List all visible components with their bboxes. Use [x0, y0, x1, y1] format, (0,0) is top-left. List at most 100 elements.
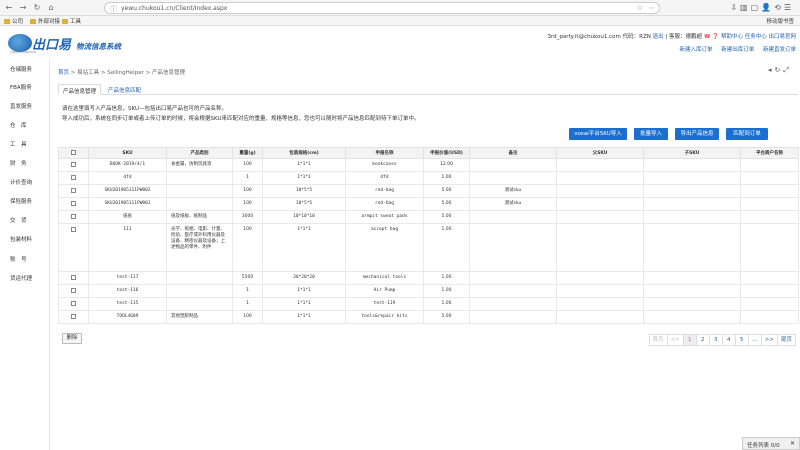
row-checkbox[interactable] — [71, 188, 76, 193]
match-to-order-button[interactable]: 匹配到订单 — [726, 128, 768, 140]
voxai-sku-import-button[interactable]: voxai平台SKU导入 — [569, 128, 627, 140]
new-outbound-order-link[interactable]: 新建出库订单 — [721, 47, 754, 53]
cell-category — [166, 171, 233, 185]
reload-icon[interactable]: ↻ — [32, 3, 42, 13]
cell-sku: SKU201905111PW001 — [88, 197, 167, 211]
table-row[interactable]: TOOL4609 其他塑胶制品 100 1*1*1 tools&repair kits 5… — [58, 310, 799, 324]
logout-link[interactable]: 退出 — [653, 34, 664, 40]
row-select-cell[interactable] — [58, 210, 89, 224]
col-platform-merchant: 平台商户名称 — [740, 147, 799, 159]
last-page-button[interactable]: 尾页 — [776, 334, 796, 346]
url-text[interactable]: yewu.chukou1.cn/Client/Index.aspx — [121, 5, 227, 12]
forward-icon[interactable]: → — [18, 3, 28, 13]
tab-product-management[interactable]: 产品信息管理 — [58, 84, 102, 95]
sidebar-item-pricing[interactable]: 计价查询 — [10, 178, 32, 186]
row-checkbox[interactable] — [71, 275, 76, 280]
table-row[interactable]: BOOK-2019/4/1 食金属，仿制玩具等 100 1*1*1 bookcases 1… — [58, 158, 799, 172]
sidebar-item-delivery[interactable]: 交 货 — [10, 216, 27, 224]
cell-child-sku — [643, 184, 741, 198]
row-select-cell[interactable] — [58, 184, 89, 198]
close-icon[interactable]: ✕ — [790, 440, 795, 447]
chat-icon[interactable]: ☎ — [704, 34, 711, 40]
page-menu-icon[interactable]: ⋯ — [648, 4, 655, 12]
cell-weight: 100 — [232, 310, 263, 324]
export-product-button[interactable]: 导出产品信息 — [675, 128, 719, 140]
address-bar[interactable]: ⓘ yewu.chukou1.cn/Client/Index.aspx ⋯ ☆ — [104, 2, 660, 14]
logo-brand: 出口易 — [32, 38, 72, 53]
table-row[interactable]: test-117 5500 30*20*20 mechanical tools 1.00 — [58, 271, 799, 285]
row-checkbox[interactable] — [71, 201, 76, 206]
sidebar: 仓储服务 FBA服务 直发服务 仓 库 工 具 财 务 计价查询 保险服务 交 … — [0, 60, 50, 450]
row-checkbox[interactable] — [71, 227, 76, 232]
delete-button[interactable]: 删除 — [62, 333, 82, 344]
sidebar-item-packaging[interactable]: 包装材料 — [10, 235, 32, 243]
cell-child-sku — [643, 271, 741, 285]
tab-product-matching[interactable]: 产品信息匹配 — [104, 84, 145, 95]
row-select-cell[interactable] — [58, 284, 89, 298]
sidebar-item-direct[interactable]: 直发服务 — [10, 102, 32, 110]
row-select-cell[interactable] — [58, 310, 89, 324]
new-direct-order-link[interactable]: 新建直发订单 — [763, 47, 796, 53]
table-row[interactable]: SKU201905111PW001 100 10*5*5 red-bag 5.00 测试s… — [58, 197, 799, 211]
row-checkbox[interactable] — [71, 301, 76, 306]
home-icon[interactable]: ⌂ — [46, 3, 56, 13]
new-inbound-order-link[interactable]: 新建入库订单 — [679, 47, 712, 53]
cell-dimensions: 10*5*5 — [262, 197, 346, 211]
select-all-checkbox[interactable] — [71, 149, 76, 155]
page-5-button[interactable]: 5 — [734, 334, 749, 346]
row-select-cell[interactable] — [58, 171, 89, 185]
next-page-button[interactable]: >> — [760, 334, 778, 346]
page-2-button[interactable]: 2 — [695, 334, 710, 346]
page-3-button[interactable]: 3 — [708, 334, 723, 346]
row-select-cell[interactable] — [58, 271, 89, 285]
row-checkbox[interactable] — [71, 162, 76, 167]
batch-import-button[interactable]: 批量导入 — [634, 128, 668, 140]
row-select-cell[interactable] — [58, 197, 89, 211]
row-select-cell[interactable] — [58, 223, 89, 272]
select-all-header[interactable] — [58, 147, 89, 159]
sidebar-item-finance[interactable]: 财 务 — [10, 159, 27, 167]
sidebar-item-account[interactable]: 账 号 — [10, 255, 27, 263]
table-row[interactable]: test-116 1 1*1*1 Air Pump 1.00 — [58, 284, 799, 298]
row-checkbox[interactable] — [71, 288, 76, 293]
logo[interactable]: 出口易 物流信息系统 CHUKOU1 LOGISTICS — [8, 34, 138, 54]
browser-extension-icons[interactable]: ⇩▥▢👤⟲☰ — [730, 3, 794, 12]
row-checkbox[interactable] — [71, 175, 76, 180]
sidebar-item-fba[interactable]: FBA服务 — [10, 83, 32, 91]
row-select-cell[interactable] — [58, 297, 89, 311]
sidebar-item-warehouse[interactable]: 仓 库 — [10, 121, 27, 129]
mobile-bookmarks[interactable]: 移动版书签 — [766, 17, 794, 25]
table-row[interactable]: SKU201905111PW002 100 10*5*5 red-bag 5.00 测试s… — [58, 184, 799, 198]
row-checkbox[interactable] — [71, 314, 76, 319]
table-row[interactable]: 111 光学、照相、电影、计量、检验、医疗或外科用仪器及设备、精密仪器及设备；上述… — [58, 223, 799, 272]
bookmark-tools[interactable]: 工具 — [62, 17, 81, 25]
sidebar-item-insurance[interactable]: 保险服务 — [10, 197, 32, 205]
prev-page-button[interactable]: << — [666, 334, 684, 346]
bookmark-company[interactable]: 公司 — [4, 17, 23, 25]
first-page-button[interactable]: 首页 — [648, 334, 668, 346]
cell-parent-sku — [556, 184, 644, 198]
cell-weight: 5500 — [232, 271, 263, 285]
ck1-home-link[interactable]: 出口易官网 — [768, 34, 796, 40]
star-icon[interactable]: ☆ — [637, 4, 643, 12]
help-center-link[interactable]: 帮助中心 — [721, 34, 743, 40]
task-list-bar[interactable]: 任务列表 0/0 ✕ — [742, 437, 800, 450]
back-icon[interactable]: ← — [4, 3, 14, 13]
breadcrumb: 首页 > 易站工具 > SellingHelper > 产品信息管理 — [58, 68, 185, 76]
bookmark-external[interactable]: 外部对接 — [30, 17, 60, 25]
table-row[interactable]: test-115 1 1*1*1 test-119 1.00 — [58, 297, 799, 311]
page-controls: ◂↻⤢ — [768, 66, 792, 75]
table-row[interactable]: 纸张 纸及纸板、纸制品 3000 10*10*10 armpit sweat pads 5… — [58, 210, 799, 224]
row-select-cell[interactable] — [58, 158, 89, 172]
sidebar-item-warehouse-service[interactable]: 仓储服务 — [10, 65, 32, 73]
table-row[interactable]: dfd 1 1*1*1 dfd 1.00 — [58, 171, 799, 185]
row-checkbox[interactable] — [71, 214, 76, 219]
task-center-link[interactable]: 任务中心 — [745, 34, 767, 40]
page-ellipsis[interactable]: ... — [747, 334, 762, 346]
sidebar-item-tools[interactable]: 工 具 — [10, 140, 27, 148]
sidebar-item-freight[interactable]: 货运代理 — [10, 274, 32, 282]
page-4-button[interactable]: 4 — [721, 334, 736, 346]
fullscreen-icon[interactable]: ⤢ — [783, 66, 792, 74]
breadcrumb-home[interactable]: 首页 — [58, 70, 69, 76]
page-1-button[interactable]: 1 — [682, 334, 697, 346]
